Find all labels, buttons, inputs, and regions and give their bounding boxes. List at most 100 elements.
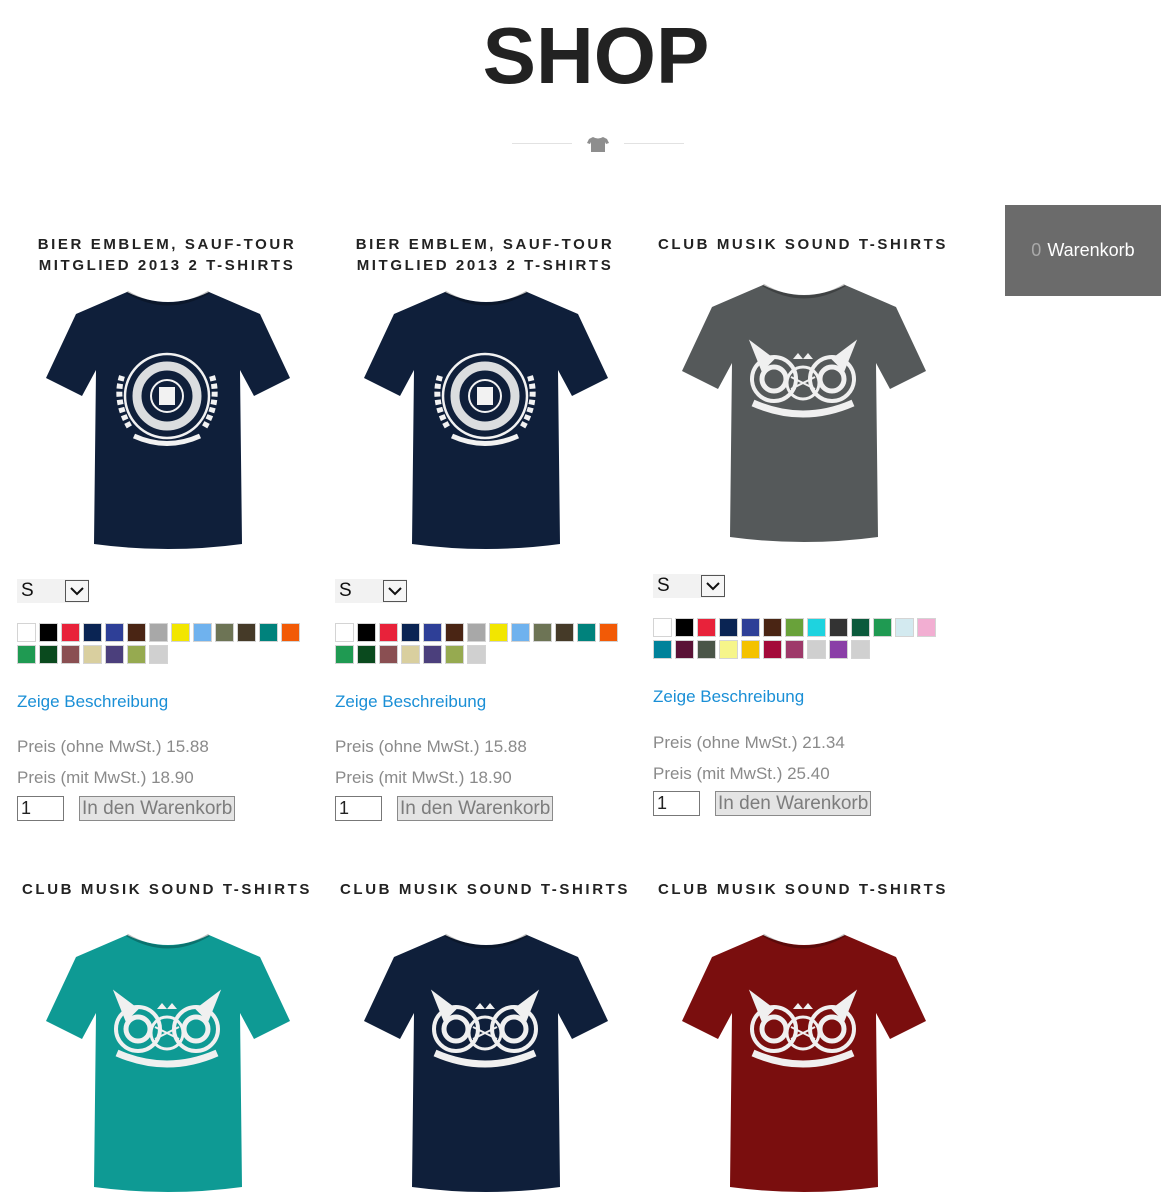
color-swatch[interactable] [149,645,168,664]
color-swatch[interactable] [763,618,782,637]
price-net: Preis (ohne MwSt.) 15.88 [17,737,209,756]
color-swatch[interactable] [193,623,212,642]
quantity-input[interactable] [335,796,382,821]
color-swatch[interactable] [357,645,376,664]
size-value: S [339,580,352,601]
color-swatch[interactable] [697,618,716,637]
color-swatch[interactable] [829,640,848,659]
product-card: CLUB MUSIK SOUND T-SHIRTS [17,879,317,1192]
product-title-line: CLUB MUSIK SOUND T-SHIRTS [22,881,312,898]
color-swatch[interactable] [467,623,486,642]
size-select[interactable]: S [653,574,725,598]
color-swatch[interactable] [335,623,354,642]
color-swatch[interactable] [697,640,716,659]
product-title[interactable]: BIER EMBLEM, SAUF-TOUR MITGLIED 2013 2 T… [335,234,635,276]
product-image[interactable] [42,286,294,559]
color-swatch[interactable] [467,645,486,664]
color-swatch[interactable] [511,623,530,642]
product-card: CLUB MUSIK SOUND T-SHIRTS [335,879,635,1192]
product-title-line: MITGLIED 2013 2 T-SHIRTS [38,257,296,274]
color-swatch[interactable] [259,623,278,642]
color-swatch[interactable] [675,618,694,637]
divider-line-left [512,143,572,144]
color-swatch[interactable] [763,640,782,659]
color-swatch[interactable] [149,623,168,642]
color-swatch[interactable] [83,623,102,642]
color-swatches [335,623,635,664]
color-swatch[interactable] [423,623,442,642]
color-swatch[interactable] [873,618,892,637]
color-swatch[interactable] [281,623,300,642]
size-value: S [657,575,670,596]
color-swatch[interactable] [423,645,442,664]
product-image[interactable] [678,279,930,552]
product-image[interactable] [360,286,612,559]
color-swatch[interactable] [577,623,596,642]
quantity-input[interactable] [17,796,64,821]
tshirt-icon [587,137,609,152]
quantity-input[interactable] [653,791,700,816]
color-swatch[interactable] [489,623,508,642]
color-swatch[interactable] [829,618,848,637]
color-swatch[interactable] [17,623,36,642]
color-swatch[interactable] [851,618,870,637]
color-swatch[interactable] [61,623,80,642]
color-swatch[interactable] [599,623,618,642]
color-swatch[interactable] [741,640,760,659]
color-swatch[interactable] [39,645,58,664]
add-to-cart-button[interactable]: In den Warenkorb [79,796,236,821]
color-swatch[interactable] [105,623,124,642]
color-swatch[interactable] [379,623,398,642]
color-swatch[interactable] [401,623,420,642]
show-description-link[interactable]: Zeige Beschreibung [335,692,486,712]
color-swatch[interactable] [653,618,672,637]
product-title-line: CLUB MUSIK SOUND T-SHIRTS [658,236,948,253]
color-swatch[interactable] [785,640,804,659]
color-swatch[interactable] [83,645,102,664]
color-swatch[interactable] [127,645,146,664]
product-title[interactable]: CLUB MUSIK SOUND T-SHIRTS [335,879,635,900]
title-divider [512,136,684,152]
add-to-cart-button[interactable]: In den Warenkorb [397,796,554,821]
cart-button[interactable]: 0 Warenkorb [1005,205,1161,296]
color-swatch[interactable] [401,645,420,664]
color-swatch[interactable] [851,640,870,659]
color-swatch[interactable] [171,623,190,642]
color-swatch[interactable] [555,623,574,642]
color-swatch[interactable] [39,623,58,642]
product-image[interactable] [678,929,930,1202]
product-title[interactable]: CLUB MUSIK SOUND T-SHIRTS [17,879,317,900]
product-title[interactable]: CLUB MUSIK SOUND T-SHIRTS [653,879,953,900]
color-swatch[interactable] [719,640,738,659]
size-select[interactable]: S [17,579,89,603]
color-swatch[interactable] [61,645,80,664]
color-swatch[interactable] [335,645,354,664]
color-swatch[interactable] [807,618,826,637]
show-description-link[interactable]: Zeige Beschreibung [17,692,168,712]
color-swatch[interactable] [445,623,464,642]
color-swatch[interactable] [917,618,936,637]
color-swatch[interactable] [237,623,256,642]
product-image[interactable] [42,929,294,1202]
color-swatch[interactable] [895,618,914,637]
size-select[interactable]: S [335,579,407,603]
color-swatch[interactable] [675,640,694,659]
color-swatch[interactable] [215,623,234,642]
color-swatch[interactable] [807,640,826,659]
color-swatch[interactable] [719,618,738,637]
color-swatch[interactable] [785,618,804,637]
color-swatch[interactable] [127,623,146,642]
color-swatch[interactable] [445,645,464,664]
product-title[interactable]: BIER EMBLEM, SAUF-TOUR MITGLIED 2013 2 T… [17,234,317,276]
add-to-cart-button[interactable]: In den Warenkorb [715,791,872,816]
show-description-link[interactable]: Zeige Beschreibung [653,687,804,707]
color-swatch[interactable] [653,640,672,659]
color-swatch[interactable] [379,645,398,664]
color-swatch[interactable] [105,645,124,664]
color-swatch[interactable] [17,645,36,664]
color-swatch[interactable] [741,618,760,637]
color-swatch[interactable] [357,623,376,642]
product-title[interactable]: CLUB MUSIK SOUND T-SHIRTS [653,234,953,255]
product-image[interactable] [360,929,612,1202]
color-swatch[interactable] [533,623,552,642]
